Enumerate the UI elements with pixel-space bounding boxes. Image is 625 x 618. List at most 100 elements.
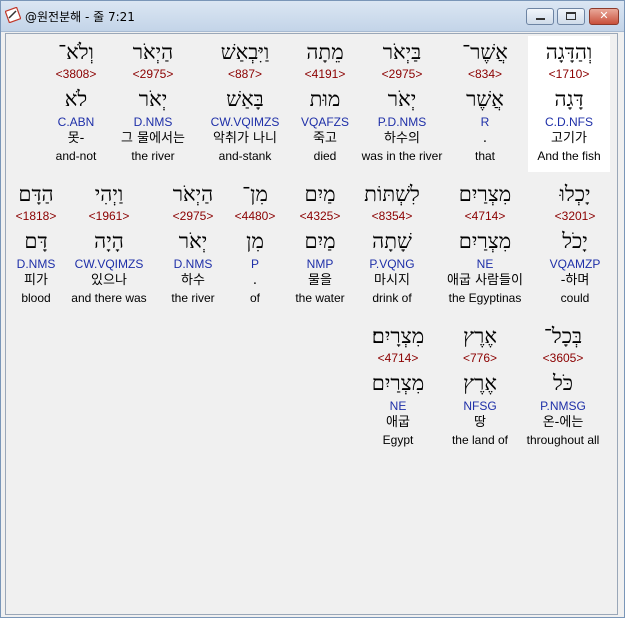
strong-number: <3605>	[542, 351, 584, 365]
parsing-code: D.NMS	[133, 115, 173, 129]
hebrew-root: יְאֹר	[138, 87, 168, 111]
korean-gloss: 있으나	[91, 273, 127, 288]
korean-gloss: 죽고	[313, 131, 337, 146]
parsing-code: C.D.NFS	[545, 115, 593, 129]
parsing-code: P.D.NMS	[377, 115, 427, 129]
english-gloss: throughout all	[526, 433, 600, 447]
hebrew-word: וְלֹא־	[58, 40, 94, 64]
strong-number: <1818>	[15, 209, 57, 223]
close-icon: ✕	[599, 9, 609, 22]
parsing-code: R	[480, 115, 490, 129]
word-block[interactable]: הַיְאֹר <2975> יְאֹר D.NMS 그 물에서는 the ri…	[112, 36, 194, 164]
english-gloss: blood	[21, 291, 51, 305]
word-block[interactable]: אֲשֶׁר־ <834> אֲשֶׁר R . that	[444, 36, 526, 164]
hebrew-root: דָּם	[24, 229, 48, 253]
english-gloss: drink of	[372, 291, 412, 305]
hebrew-root: אֲשֶׁר	[466, 87, 504, 111]
korean-gloss: 애굽	[386, 415, 410, 430]
korean-gloss: -하며	[560, 273, 590, 288]
korean-gloss: 악취가 나니	[213, 131, 277, 146]
hebrew-word: לִשְׁתּוֹת	[364, 182, 420, 206]
word-block[interactable]: בַּיְאֹר <2975> יְאֹר P.D.NMS 하수의 was in…	[361, 36, 443, 164]
window-title: @원전분해 - 줄 7:21	[25, 10, 135, 24]
parsing-code: NE	[389, 399, 407, 413]
word-block[interactable]: וַיְהִי <1961> הָיָה CW.VQIMZS 있으나 and t…	[68, 178, 150, 306]
parsing-code: NE	[476, 257, 494, 271]
hebrew-word: מִצְרָיִם׃	[371, 324, 425, 348]
hebrew-root: יָכֹל	[562, 229, 588, 253]
english-gloss: could	[560, 291, 590, 305]
strong-number: <4714>	[464, 209, 506, 223]
minimize-button[interactable]	[526, 8, 554, 25]
word-block[interactable]: מֵתָה <4191> מוּת VQAFZS 죽고 died	[284, 36, 366, 164]
korean-gloss: 못-	[67, 131, 85, 146]
korean-gloss: 그 물에서는	[121, 131, 185, 146]
word-block[interactable]: וְהַדָּגָה <1710> דָּגָה C.D.NFS 고기가 And…	[528, 36, 610, 172]
english-gloss: that	[474, 149, 495, 163]
parsing-code: VQAMZP	[549, 257, 601, 271]
strong-number: <4191>	[304, 67, 346, 81]
parsing-code: D.NMS	[173, 257, 213, 271]
english-gloss: and-not	[55, 149, 97, 163]
parsing-code: NFSG	[463, 399, 497, 413]
title-bar[interactable]: @원전분해 - 줄 7:21 ✕	[1, 1, 624, 32]
hebrew-word: בְּכָל־	[543, 324, 583, 348]
hebrew-word: אֶרֶץ	[463, 324, 497, 348]
strong-number: <4714>	[377, 351, 419, 365]
korean-gloss: 하수	[181, 273, 205, 288]
parsing-code: P.NMSG	[540, 399, 586, 413]
strong-number: <834>	[467, 67, 503, 81]
app-window: @원전분해 - 줄 7:21 ✕ וְהַדָּגָה <1710> דָּגָ…	[0, 0, 625, 618]
word-block[interactable]: מִצְרַיִם <4714> מִצְרַיִם NE 애굽 사람들이 th…	[430, 178, 540, 306]
word-block[interactable]: יָכְלוּ <3201> יָכֹל VQAMZP -하며 could	[534, 178, 616, 306]
hebrew-word: יָכְלוּ	[559, 182, 591, 206]
hebrew-root: יְאֹר	[178, 229, 208, 253]
parsing-code: CW.VQIMZS	[210, 115, 280, 129]
strong-number: <776>	[462, 351, 498, 365]
parsing-code: P.VQNG	[369, 257, 415, 271]
word-block[interactable]: וַיִּבְאַשׁ <887> בָּאַשׁ CW.VQIMZS 악취가 …	[204, 36, 286, 164]
hebrew-root: כֹּל	[552, 371, 574, 395]
hebrew-word: מֵתָה	[306, 40, 344, 64]
parsing-code: D.NMS	[16, 257, 56, 271]
strong-number: <2975>	[381, 67, 423, 81]
word-block[interactable]: הַדָּם <1818> דָּם D.NMS 피가 blood	[6, 178, 66, 306]
korean-gloss: 피가	[24, 273, 48, 288]
strong-number: <3201>	[554, 209, 596, 223]
korean-gloss: .	[482, 131, 488, 146]
word-block[interactable]: בְּכָל־ <3605> כֹּל P.NMSG 온-에는 througho…	[518, 320, 608, 448]
close-button[interactable]: ✕	[589, 8, 619, 25]
app-icon	[5, 7, 21, 23]
korean-gloss: 애굽 사람들이	[447, 273, 523, 288]
word-block[interactable]: וְלֹא־ <3808> לֹא C.ABN 못- and-not	[35, 36, 117, 164]
word-block[interactable]: אֶרֶץ <776> אֶרֶץ NFSG 땅 the land of	[439, 320, 521, 448]
hebrew-root: דָּגָה	[554, 87, 584, 111]
word-block[interactable]: מִצְרָיִם׃ <4714> מִצְרַיִם NE 애굽 Egypt	[357, 320, 439, 448]
word-block[interactable]: לִשְׁתּוֹת <8354> שָׁתָה P.VQNG 마시지 drin…	[351, 178, 433, 306]
korean-gloss: 온-에는	[542, 415, 584, 430]
hebrew-word: מִצְרַיִם	[458, 182, 512, 206]
hebrew-word: הַיְאֹר	[132, 40, 174, 64]
hebrew-word: בַּיְאֹר	[382, 40, 422, 64]
maximize-icon	[566, 12, 576, 20]
english-gloss: Egypt	[382, 433, 414, 447]
hebrew-word: וְהַדָּגָה	[545, 40, 593, 64]
strong-number: <2975>	[132, 67, 174, 81]
english-gloss: the land of	[451, 433, 509, 447]
hebrew-word: הַדָּם	[18, 182, 54, 206]
strong-number: <1961>	[88, 209, 130, 223]
parsing-code: C.ABN	[57, 115, 95, 129]
strong-number: <8354>	[371, 209, 413, 223]
minimize-icon	[536, 18, 545, 20]
parsing-code: VQAFZS	[300, 115, 349, 129]
english-gloss: the Egyptinas	[448, 291, 522, 305]
hebrew-root: מוּת	[309, 87, 341, 111]
english-gloss: and there was	[71, 291, 147, 305]
hebrew-root: אֶרֶץ	[463, 371, 497, 395]
word-block[interactable]: הַיְאֹר <2975> יְאֹר D.NMS 하수 the river	[152, 178, 234, 306]
hebrew-root: לֹא	[64, 87, 88, 111]
english-gloss: was in the river	[361, 149, 443, 163]
maximize-button[interactable]	[557, 8, 585, 25]
hebrew-root: שָׁתָה	[372, 229, 412, 253]
strong-number: <887>	[227, 67, 263, 81]
